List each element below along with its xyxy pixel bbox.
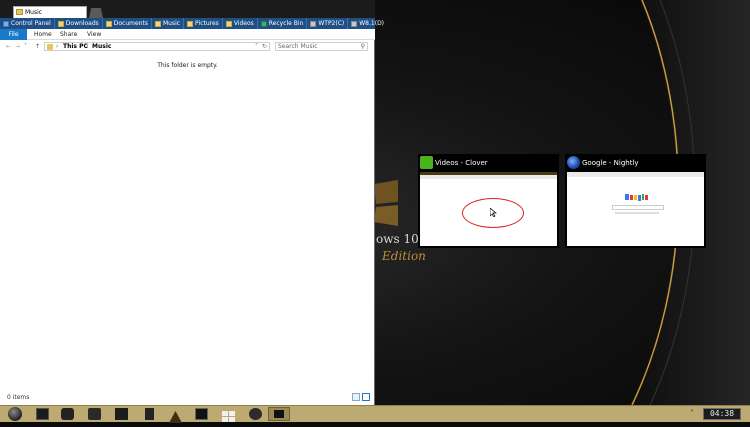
- back-arrow-icon[interactable]: ←: [6, 43, 11, 50]
- large-icons-view-icon[interactable]: [362, 393, 370, 401]
- fav-downloads[interactable]: Downloads: [55, 18, 103, 29]
- file-explorer-window[interactable]: Music Control Panel Downloads Documents …: [0, 0, 384, 405]
- active-window-icon: [274, 410, 284, 418]
- thumb-title: Google - Nightly: [582, 159, 639, 167]
- tab-music[interactable]: Music: [13, 6, 87, 18]
- item-count: 0 items: [7, 394, 30, 401]
- breadcrumb-separator-icon: ›: [86, 43, 89, 50]
- phone-icon[interactable]: [145, 408, 154, 420]
- ribbon-tabs: File Home Share View: [0, 29, 375, 40]
- dropdown-chevron-icon[interactable]: ˅: [255, 43, 258, 51]
- status-bar: 0 items: [0, 391, 375, 405]
- tab-title: Music: [25, 9, 43, 16]
- folder-icon: [16, 9, 23, 15]
- new-tab-button[interactable]: [89, 8, 103, 18]
- up-arrow-icon[interactable]: ↑: [35, 43, 40, 50]
- watermark-text: ows 10: [376, 232, 419, 246]
- switcher-thumb-clover[interactable]: Videos - Clover: [418, 154, 559, 248]
- taskbar-clock[interactable]: 04:38: [703, 408, 741, 420]
- address-bar[interactable]: › This PC › Music ˅ ↻: [44, 42, 270, 51]
- watermark-subtext: Edition: [382, 249, 426, 263]
- breadcrumb-this-pc[interactable]: This PC: [63, 43, 88, 51]
- fav-control-panel[interactable]: Control Panel: [0, 18, 55, 29]
- switcher-thumb-nightly[interactable]: Google - Nightly: [565, 154, 706, 248]
- drive-icon: [351, 20, 358, 27]
- preview-toolbar: [567, 172, 704, 177]
- recycle-bin-icon: [260, 20, 267, 27]
- title-bar[interactable]: Music: [0, 0, 375, 18]
- folder-icon: [225, 20, 232, 27]
- tab-view[interactable]: View: [87, 29, 101, 40]
- search-placeholder: Search Music: [278, 43, 318, 50]
- thumb-title: Videos - Clover: [435, 159, 488, 167]
- fav-documents[interactable]: Documents: [103, 18, 152, 29]
- fav-music[interactable]: Music: [152, 18, 185, 29]
- folder-icon: [57, 20, 64, 27]
- windows-icon[interactable]: [222, 408, 235, 422]
- preview-toolbar: [420, 175, 557, 179]
- refresh-icon[interactable]: ↻: [262, 43, 267, 51]
- fav-recycle-bin[interactable]: Recycle Bin: [258, 18, 308, 29]
- thumb-preview: [420, 172, 557, 246]
- favorites-bar: Control Panel Downloads Documents Music …: [0, 18, 384, 29]
- preview-search-box: [612, 205, 664, 210]
- google-logo-graphic: [625, 194, 648, 201]
- warning-icon[interactable]: [169, 408, 182, 423]
- windows-logo-graphic: [374, 180, 398, 226]
- fav-drive-d[interactable]: W8.1(D): [348, 18, 387, 29]
- tab-home[interactable]: Home: [34, 29, 52, 40]
- taskbar: ˄ 04:38: [0, 405, 750, 423]
- fav-pictures[interactable]: Pictures: [184, 18, 223, 29]
- clover-icon[interactable]: [61, 408, 74, 420]
- breadcrumb-music[interactable]: Music: [92, 43, 111, 51]
- empty-folder-message: This folder is empty.: [157, 62, 218, 69]
- fav-drive-c[interactable]: WTP2(C): [307, 18, 349, 29]
- fav-videos[interactable]: Videos: [223, 18, 258, 29]
- terminal-icon[interactable]: [195, 408, 208, 420]
- music-folder-icon: [47, 44, 53, 50]
- address-row: ← → ˅ ↑ › This PC › Music ˅ ↻ Search Mus…: [0, 41, 375, 52]
- breadcrumb-separator-icon: ›: [56, 43, 59, 50]
- active-window-button[interactable]: [268, 407, 290, 421]
- drive-icon: [310, 20, 317, 27]
- printer-icon[interactable]: [88, 408, 101, 420]
- search-icon[interactable]: ⚲: [361, 43, 365, 51]
- monitor-icon[interactable]: [36, 408, 49, 420]
- thumb-preview: [567, 172, 704, 246]
- calculator-icon[interactable]: [115, 408, 128, 420]
- cursor-icon: [490, 208, 497, 217]
- forward-arrow-icon[interactable]: →: [15, 43, 20, 50]
- tab-file[interactable]: File: [0, 29, 27, 40]
- chevron-down-icon[interactable]: ˅: [24, 43, 27, 50]
- tray-chevron-icon[interactable]: ˄: [690, 409, 694, 418]
- search-input[interactable]: Search Music ⚲: [275, 42, 368, 51]
- preview-buttons: [615, 212, 659, 214]
- control-panel-icon: [3, 20, 9, 27]
- tab-share[interactable]: Share: [60, 29, 77, 40]
- folder-icon: [154, 20, 161, 27]
- start-orb-icon[interactable]: [8, 407, 22, 421]
- folder-icon: [187, 20, 194, 27]
- folder-icon: [105, 20, 112, 27]
- details-view-icon[interactable]: [352, 393, 360, 401]
- gear-icon[interactable]: [249, 408, 262, 420]
